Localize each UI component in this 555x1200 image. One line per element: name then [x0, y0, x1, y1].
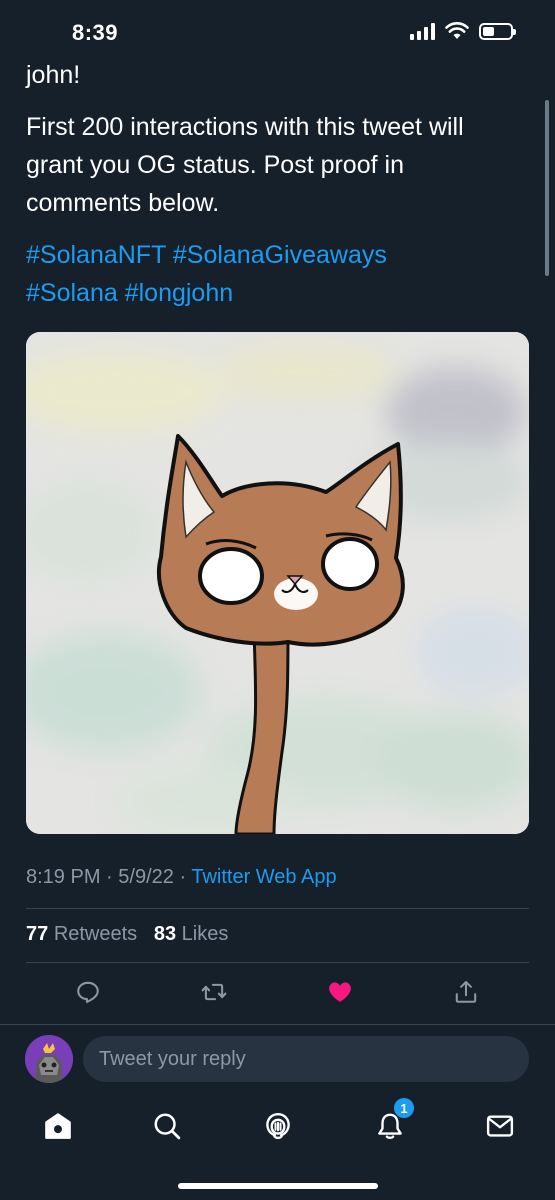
tweet-text: john! First 200 interactions with this t… [26, 56, 526, 322]
avatar[interactable] [25, 1035, 73, 1083]
cat-painting-image [26, 332, 529, 834]
likes-stat[interactable]: 83 Likes [154, 923, 229, 945]
share-button[interactable] [450, 976, 482, 1008]
share-icon [455, 981, 477, 1003]
search-icon [154, 1113, 181, 1140]
screen: 8:39 john! First 200 interactions with t… [0, 0, 555, 1200]
tab-spaces[interactable] [258, 1106, 298, 1146]
tweet-timestamp: 8:19 PM · 5/9/22 · Twitter Web App [26, 866, 337, 889]
hashtag-link[interactable]: #longjohn [125, 279, 233, 307]
hashtag-link[interactable]: #SolanaNFT [26, 241, 166, 269]
tweet-text-line1: john! [26, 61, 81, 89]
notifications-badge: 1 [394, 1098, 414, 1118]
retweet-button[interactable] [198, 976, 230, 1008]
spaces-icon [266, 1112, 290, 1140]
wifi-icon [445, 22, 469, 39]
tweet-date: 5/9/22 [118, 866, 174, 888]
retweets-count: 77 [26, 923, 49, 945]
home-icon [45, 1113, 71, 1139]
scroll-indicator[interactable] [545, 100, 549, 276]
divider [0, 1024, 555, 1025]
status-time: 8:39 [72, 20, 119, 45]
retweet-icon [201, 983, 227, 1001]
tweet-media-image[interactable] [26, 332, 529, 834]
messages-icon [486, 1115, 514, 1137]
retweets-label: Retweets [53, 923, 138, 945]
divider [26, 962, 529, 963]
tab-messages[interactable] [480, 1106, 520, 1146]
heart-filled-icon [329, 982, 351, 1002]
tweet-source-link[interactable]: Twitter Web App [191, 866, 336, 888]
tweet-stats: 77 Retweets 83 Likes [26, 923, 228, 946]
hashtag-link[interactable]: #SolanaGiveaways [173, 241, 387, 269]
tab-notifications[interactable]: 1 [370, 1098, 414, 1146]
likes-label: Likes [181, 923, 229, 945]
tweet-time: 8:19 PM [26, 866, 101, 888]
retweets-stat[interactable]: 77 Retweets [26, 923, 137, 945]
hashtag-list: #SolanaNFT #SolanaGiveaways #Solana #lon… [26, 236, 526, 312]
bottom-tab-bar: 1 [0, 1094, 555, 1156]
cellular-signal-icon [410, 22, 435, 40]
likes-count: 83 [153, 923, 177, 945]
tab-search[interactable] [147, 1106, 187, 1146]
hashtag-link[interactable]: #Solana [26, 279, 118, 307]
tweet-actions [0, 968, 555, 1016]
tab-home[interactable] [38, 1106, 78, 1146]
home-indicator[interactable] [178, 1183, 378, 1189]
reply-input[interactable] [83, 1036, 529, 1082]
meta-separator: · [179, 866, 187, 888]
like-button[interactable] [324, 976, 356, 1008]
battery-icon [479, 22, 516, 40]
divider [26, 908, 529, 909]
status-icons [410, 22, 516, 40]
meta-separator: · [106, 866, 113, 888]
reply-icon [77, 981, 99, 1003]
reply-button[interactable] [72, 976, 104, 1008]
tweet-text-body: First 200 interactions with this tweet w… [26, 113, 464, 217]
